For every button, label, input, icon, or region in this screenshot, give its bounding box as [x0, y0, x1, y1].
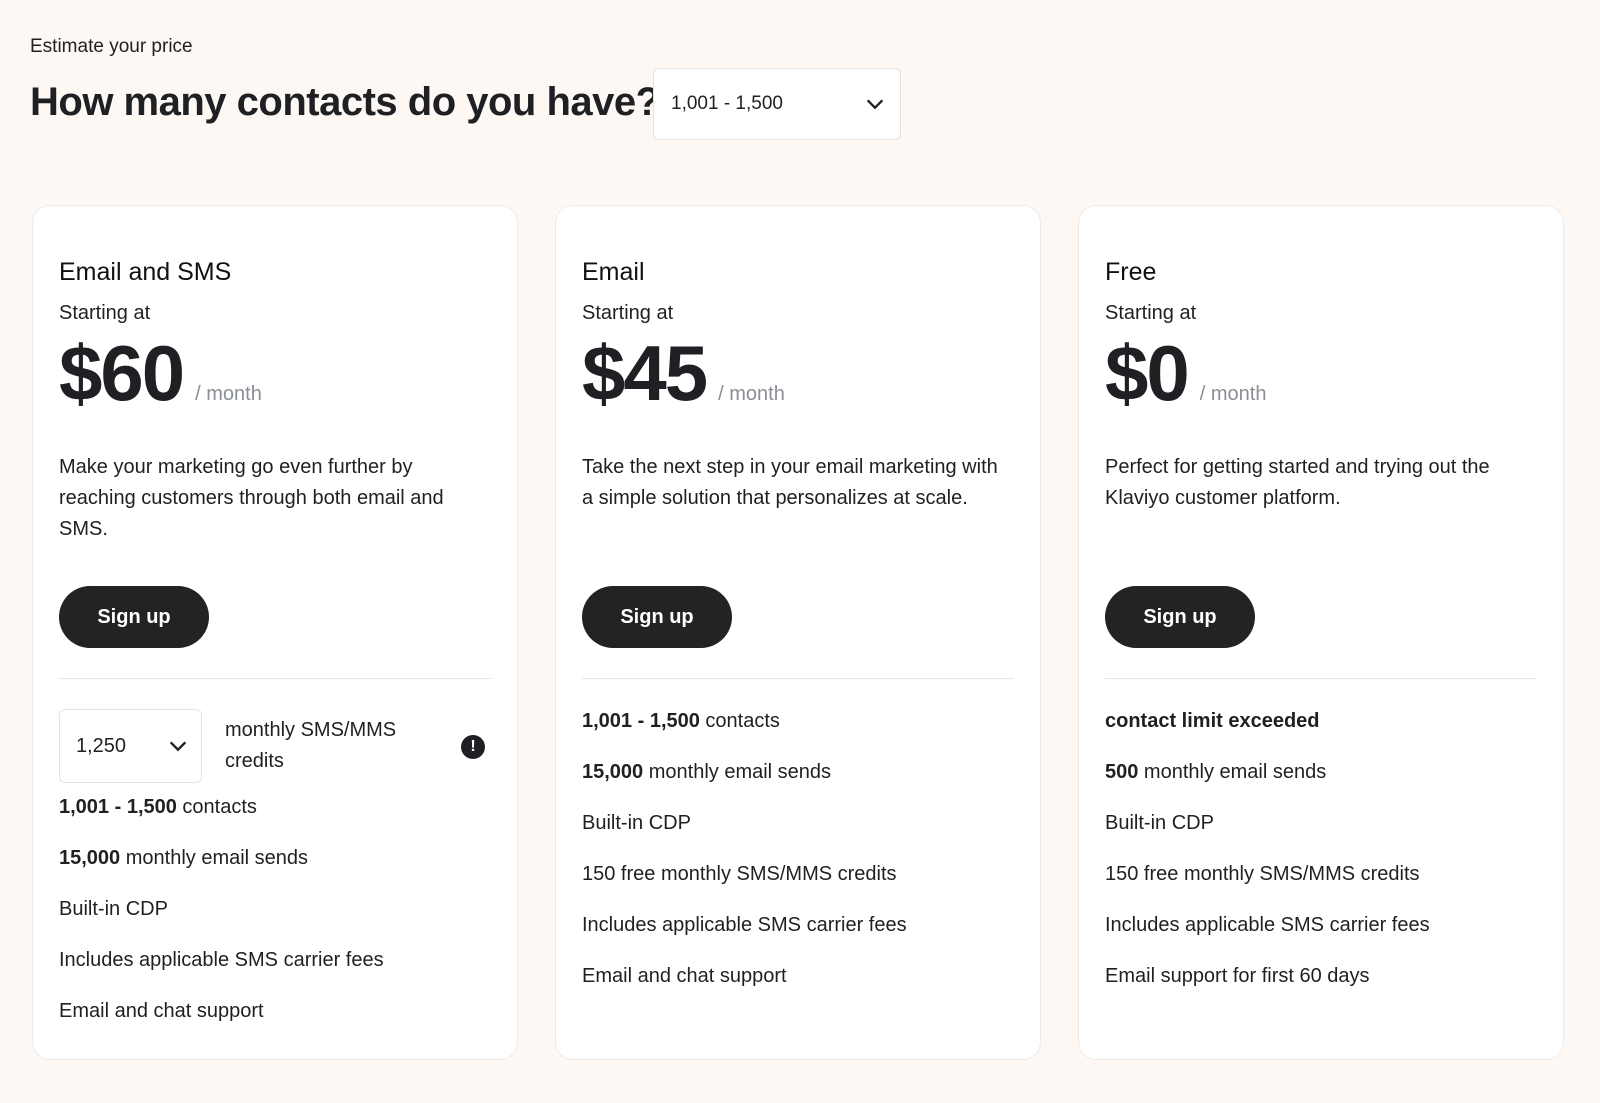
- starting-at: Starting at: [1105, 302, 1197, 324]
- feature-item: 150 free monthly SMS/MMS credits: [582, 863, 897, 885]
- sms-credits-value: 1,250: [76, 734, 127, 757]
- sign-up-button[interactable]: Sign up: [582, 586, 732, 648]
- plan-description: Take the next step in your email marketi…: [582, 456, 998, 509]
- plan-price: $45: [582, 329, 708, 417]
- sms-credits-row: 1,250 monthly SMS/MMS credits !: [59, 709, 491, 783]
- plan-price: $60: [59, 329, 185, 417]
- contact-limit-warning: contact limit exceeded: [1105, 710, 1320, 732]
- plan-name: Email: [582, 258, 645, 286]
- price-period: / month: [1199, 383, 1267, 405]
- feature-item: 1,001 - 1,500 contacts: [59, 796, 257, 818]
- alert-info-icon[interactable]: !: [461, 735, 485, 759]
- feature-list: 1,001 - 1,500 contacts 15,000 monthly em…: [582, 708, 1014, 1014]
- eyebrow: Estimate your price: [30, 36, 193, 57]
- feature-item: 15,000 monthly email sends: [59, 847, 309, 869]
- feature-item: Email support for first 60 days: [1105, 965, 1370, 987]
- starting-at: Starting at: [582, 302, 674, 324]
- plan-name: Free: [1105, 258, 1157, 286]
- divider: [59, 678, 491, 679]
- contacts-select-value: 1,001 - 1,500: [671, 93, 783, 114]
- feature-item: Built-in CDP: [59, 898, 168, 920]
- page-title: How many contacts do you have?: [30, 80, 660, 124]
- contacts-select[interactable]: 1,001 - 1,500: [653, 68, 901, 140]
- sign-up-button[interactable]: Sign up: [59, 586, 209, 648]
- plan-name: Email and SMS: [59, 258, 232, 286]
- feature-item: Built-in CDP: [582, 812, 691, 834]
- divider: [1105, 678, 1537, 679]
- feature-list: contact limit exceeded 500 monthly email…: [1105, 708, 1537, 1014]
- feature-list: 1,001 - 1,500 contacts 15,000 monthly em…: [59, 794, 491, 1049]
- divider: [582, 678, 1014, 679]
- plan-card-email: Email Starting at $45 / month Take the n…: [555, 205, 1041, 1060]
- plan-card-free: Free Starting at $0 / month Perfect for …: [1078, 205, 1564, 1060]
- starting-at: Starting at: [59, 302, 151, 324]
- price-period: / month: [718, 383, 785, 405]
- feature-item: 150 free monthly SMS/MMS credits: [1105, 863, 1420, 885]
- feature-item: 15,000 monthly email sends: [582, 761, 832, 783]
- feature-item: Email and chat support: [582, 965, 787, 987]
- feature-item: 500 monthly email sends: [1105, 761, 1327, 783]
- feature-item: Includes applicable SMS carrier fees: [1105, 914, 1430, 936]
- plan-description: Make your marketing go even further by r…: [59, 456, 444, 540]
- chevron-down-icon: [169, 741, 187, 752]
- plan-price: $0: [1105, 329, 1190, 417]
- feature-item: 1,001 - 1,500 contacts: [582, 710, 780, 732]
- feature-item: Includes applicable SMS carrier fees: [582, 914, 907, 936]
- plan-card-email-sms: Email and SMS Starting at $60 / month Ma…: [32, 205, 518, 1060]
- sms-credits-label: monthly SMS/MMS credits: [225, 719, 397, 772]
- feature-item: Built-in CDP: [1105, 812, 1214, 834]
- sms-credits-select[interactable]: 1,250: [59, 709, 202, 783]
- plan-description: Perfect for getting started and trying o…: [1105, 456, 1490, 509]
- price-period: / month: [195, 383, 262, 405]
- feature-item: Includes applicable SMS carrier fees: [59, 949, 384, 971]
- sign-up-button[interactable]: Sign up: [1105, 586, 1255, 648]
- chevron-down-icon: [866, 99, 884, 110]
- feature-item: Email and chat support: [59, 1000, 264, 1022]
